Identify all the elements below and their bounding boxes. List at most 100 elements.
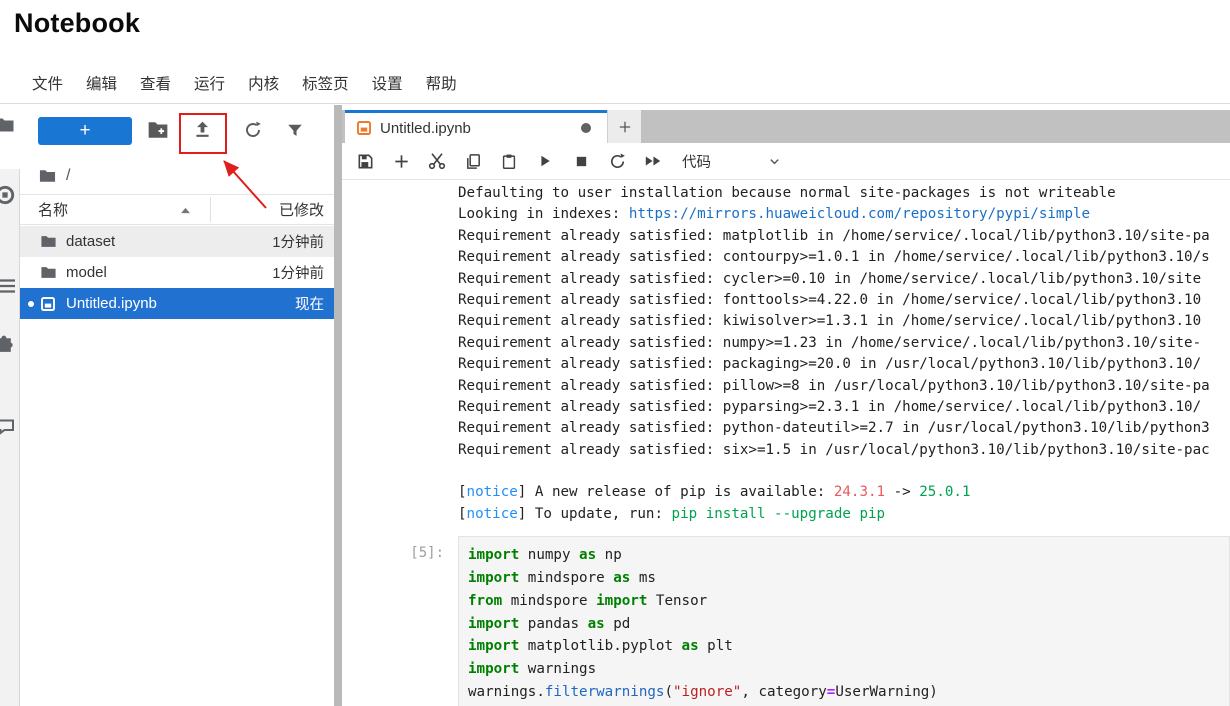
code-token: ms — [630, 570, 656, 587]
restart-and-run-all-button[interactable] — [642, 150, 664, 172]
file-row[interactable]: Untitled.ipynb 现在 — [20, 288, 334, 319]
chat-panel-icon[interactable] — [0, 417, 16, 437]
file-row[interactable]: dataset 1分钟前 — [20, 226, 334, 257]
output-link[interactable]: https://mirrors.huaweicloud.com/reposito… — [629, 206, 1090, 222]
output-text: pip install --upgrade pip — [671, 505, 886, 522]
output-line: Requirement already satisfied: kiwisolve… — [458, 311, 1230, 332]
cell-type-dropdown[interactable]: 代码 — [682, 151, 782, 172]
copy-cell-button[interactable] — [462, 150, 484, 172]
output-line: Requirement already satisfied: contourpy… — [458, 247, 1230, 268]
paste-cell-button[interactable] — [498, 150, 520, 172]
file-row[interactable]: model 1分钟前 — [20, 257, 334, 288]
refresh-button[interactable] — [243, 119, 265, 141]
output-text: notice — [466, 505, 518, 522]
new-folder-button[interactable] — [147, 119, 169, 141]
code-token: ( — [664, 684, 674, 701]
filter-button[interactable] — [286, 120, 308, 142]
table-of-contents-icon[interactable] — [0, 276, 17, 296]
code-token: filterwarnings — [544, 684, 665, 701]
output-text: Requirement already satisfied: python-da… — [458, 420, 1210, 437]
menu-item[interactable]: 帮助 — [426, 76, 457, 93]
output-text: Requirement already satisfied: pyparsing… — [458, 398, 1202, 415]
root-folder-icon[interactable] — [38, 168, 57, 184]
code-editor[interactable]: import numpy as np import mindspore as ms… — [458, 536, 1230, 706]
save-button[interactable] — [354, 150, 376, 172]
code-token: UserWarning) — [835, 684, 938, 701]
extension-manager-icon[interactable] — [0, 334, 15, 355]
menu-item[interactable]: 设置 — [372, 76, 403, 93]
output-text: [ — [458, 484, 467, 501]
column-header-modified[interactable]: 已修改 — [279, 199, 324, 220]
code-token: import — [468, 661, 520, 678]
output-line: Defaulting to user installation because … — [458, 183, 1230, 204]
code-token: pandas — [519, 615, 588, 632]
code-line: import mindspore as ms — [468, 567, 1220, 590]
upload-button[interactable] — [192, 118, 214, 140]
code-token: warnings — [519, 661, 597, 678]
sort-ascending-icon[interactable] — [180, 207, 191, 214]
running-sessions-icon[interactable] — [0, 184, 16, 206]
file-name: dataset — [66, 233, 116, 250]
notebook-content: Defaulting to user installation because … — [342, 180, 1230, 706]
output-line: Requirement already satisfied: cycler>=0… — [458, 269, 1230, 290]
code-line: import pandas as pd — [468, 613, 1220, 636]
menu-item[interactable]: 编辑 — [86, 76, 117, 93]
file-browser-panel: + / 名称 已修改 dataset 1分钟前 model 1分钟前 Untit… — [20, 105, 334, 706]
code-token: np — [596, 547, 622, 564]
activity-bar — [0, 105, 20, 706]
output-text: 24.3.1 — [833, 484, 886, 501]
file-modified-time: 现在 — [295, 297, 324, 313]
output-text: 25.0.1 — [919, 484, 971, 501]
code-token: as — [681, 638, 699, 655]
breadcrumb-root: / — [66, 167, 71, 184]
code-token: import — [596, 592, 648, 609]
cell-type-value: 代码 — [682, 154, 711, 171]
restart-kernel-button[interactable] — [606, 150, 628, 172]
output-line: Requirement already satisfied: numpy>=1.… — [458, 333, 1230, 354]
menu-item[interactable]: 标签页 — [302, 76, 349, 93]
code-token: import — [468, 638, 520, 655]
menu-item[interactable]: 内核 — [248, 76, 279, 93]
tab-title: Untitled.ipynb — [380, 119, 471, 137]
output-text: Requirement already satisfied: matplotli… — [458, 227, 1210, 244]
code-token: pd — [604, 615, 631, 632]
output-text: ] A new release of pip is available: — [517, 484, 834, 501]
code-line: from mindspore import Tensor — [468, 590, 1220, 613]
output-line: Requirement already satisfied: matplotli… — [458, 226, 1230, 247]
menu-item[interactable]: 运行 — [194, 76, 225, 93]
output-text: Requirement already satisfied: numpy>=1.… — [458, 334, 1202, 351]
code-line: import matplotlib.pyplot as plt — [468, 635, 1220, 658]
unsaved-changes-dot — [581, 123, 591, 133]
file-modified-time: 1分钟前 — [272, 235, 324, 251]
code-line: import numpy as np — [468, 544, 1220, 567]
menu-item[interactable]: 文件 — [32, 76, 63, 93]
breadcrumb[interactable]: / — [38, 164, 70, 188]
code-token: as — [613, 570, 631, 587]
code-token: "ignore" — [673, 684, 742, 701]
file-browser-tab-icon[interactable] — [0, 116, 15, 134]
add-cell-button[interactable] — [390, 150, 412, 172]
output-line: Looking in indexes: https://mirrors.huaw… — [458, 204, 1230, 225]
new-launcher-button[interactable]: + — [38, 117, 132, 145]
code-token: import — [468, 570, 520, 587]
run-cell-button[interactable] — [534, 150, 556, 172]
panel-splitter[interactable] — [334, 105, 342, 706]
menu-item[interactable]: 查看 — [140, 76, 171, 93]
file-list-header[interactable]: 名称 已修改 — [20, 194, 334, 225]
code-cell: [5]: import numpy as np import mindspore … — [342, 536, 1230, 706]
new-tab-button[interactable] — [607, 110, 641, 143]
tab-untitled-ipynb[interactable]: Untitled.ipynb — [345, 110, 607, 143]
output-text: Requirement already satisfied: fonttools… — [458, 291, 1202, 308]
file-name: model — [66, 264, 107, 281]
column-divider — [210, 197, 211, 222]
code-token: , category — [741, 684, 827, 701]
notebook-file-icon — [40, 296, 57, 311]
output-text: Requirement already satisfied: pillow>=8… — [458, 377, 1210, 394]
column-header-name[interactable]: 名称 — [38, 199, 68, 220]
stop-kernel-button[interactable] — [570, 150, 592, 172]
tab-bar: Untitled.ipynb — [342, 110, 1230, 143]
cut-cell-button[interactable] — [426, 150, 448, 172]
code-token: mindspore — [502, 592, 597, 609]
output-text: [ — [458, 505, 467, 522]
